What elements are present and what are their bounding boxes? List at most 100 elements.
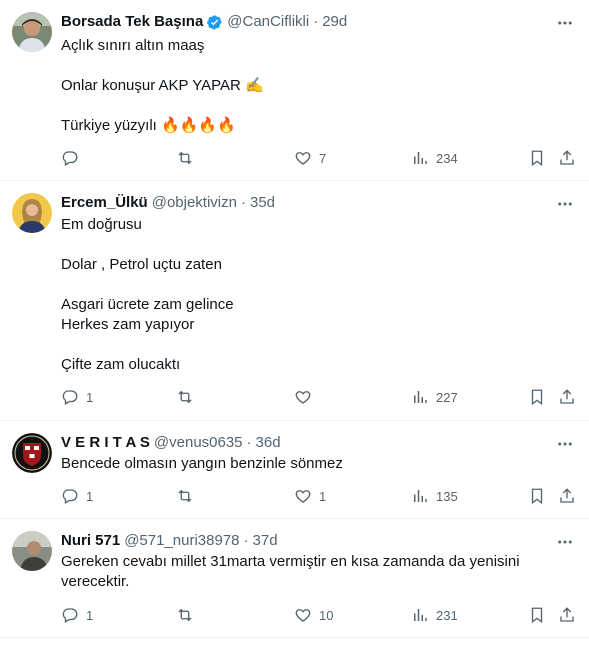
reply-icon: [62, 608, 78, 623]
tweet-line: Herkes zam yapıyor: [61, 316, 195, 333]
timestamp[interactable]: 36d: [256, 433, 281, 453]
views-icon: [414, 152, 427, 164]
more-icon[interactable]: [555, 532, 575, 552]
tweet-text: Açlık sınırı altın maaş Onlar konuşur AK…: [61, 36, 565, 136]
views-button[interactable]: 234: [411, 148, 458, 168]
reply-count: 1: [86, 389, 94, 405]
avatar[interactable]: [12, 193, 52, 233]
like-count: 10: [319, 607, 334, 623]
retweet-button[interactable]: [176, 605, 201, 625]
views-icon: [414, 609, 427, 621]
reply-count: 1: [86, 607, 94, 623]
like-count: 1: [319, 488, 327, 504]
like-icon: [295, 609, 311, 622]
tweet-line: [61, 275, 565, 295]
views-button[interactable]: 231: [411, 605, 458, 625]
tweet-header: Ercem_Ülkü @objektivizn · 35d: [61, 193, 549, 213]
more-icon[interactable]: [555, 194, 575, 214]
reply-icon: [62, 489, 78, 504]
bookmark-icon: [531, 607, 543, 624]
display-name[interactable]: Ercem_Ülkü: [61, 193, 148, 213]
tweet-text: Em doğrusu Dolar , Petrol uçtu zaten Asg…: [61, 215, 565, 375]
timestamp[interactable]: 29d: [322, 12, 347, 32]
handle[interactable]: @571_nuri38978: [124, 531, 239, 551]
avatar[interactable]: [12, 12, 52, 52]
timestamp[interactable]: 37d: [253, 531, 278, 551]
more-icon[interactable]: [555, 434, 575, 454]
tweet-line: Gereken cevabı millet 31marta vermiştir …: [61, 553, 520, 570]
share-button[interactable]: [558, 387, 576, 407]
tweet-line: verecektir.: [61, 573, 130, 590]
views-button[interactable]: 227: [411, 387, 458, 407]
share-button[interactable]: [558, 605, 576, 625]
like-button[interactable]: 1: [294, 486, 326, 506]
timestamp[interactable]: 35d: [250, 193, 275, 213]
avatar[interactable]: [12, 531, 52, 571]
avatar[interactable]: [12, 433, 52, 473]
reply-button[interactable]: 1: [61, 605, 93, 625]
share-button[interactable]: [558, 148, 576, 168]
like-count: 7: [319, 150, 327, 166]
like-button[interactable]: [294, 387, 319, 407]
tweet-line: [61, 235, 565, 255]
tweet-line: Çifte zam olucaktı: [61, 356, 181, 373]
tweet-text: Bencede olmasın yangın benzinle sönmez: [61, 454, 565, 474]
views-button[interactable]: 135: [411, 486, 458, 506]
retweet-button[interactable]: [176, 486, 201, 506]
like-icon: [295, 152, 311, 165]
reply-button[interactable]: 1: [61, 486, 93, 506]
bookmark-button[interactable]: [528, 486, 546, 506]
more-icon[interactable]: [555, 13, 575, 33]
tweet[interactable]: Borsada Tek Başına @CanCiflikli · 29d Aç…: [0, 0, 589, 181]
reply-count: 1: [86, 488, 94, 504]
share-icon: [560, 389, 574, 404]
action-bar: 1 227: [61, 387, 581, 407]
tweet-header: Borsada Tek Başına @CanCiflikli · 29d: [61, 12, 549, 32]
reply-button[interactable]: 1: [61, 387, 93, 407]
retweet-button[interactable]: [176, 148, 201, 168]
display-name[interactable]: Nuri 571: [61, 531, 120, 551]
views-icon: [414, 391, 427, 403]
handle[interactable]: @objektivizn: [152, 193, 237, 213]
like-button[interactable]: 7: [294, 148, 326, 168]
retweet-button[interactable]: [176, 387, 201, 407]
tweet-line: Dolar , Petrol uçtu zaten: [61, 256, 222, 273]
tweet[interactable]: Nuri 571 @571_nuri38978 · 37d Gereken ce…: [0, 519, 589, 638]
display-name[interactable]: Borsada Tek Başına: [61, 12, 203, 32]
retweet-icon: [178, 608, 192, 622]
tweet-line: Em doğrusu: [61, 216, 142, 233]
reply-icon: [62, 390, 78, 405]
tweet-feed: Borsada Tek Başına @CanCiflikli · 29d Aç…: [0, 0, 589, 646]
views-count: 227: [436, 389, 458, 405]
tweet[interactable]: V E R I T A S @venus0635 · 36d Bencede o…: [0, 421, 589, 519]
bookmark-button[interactable]: [528, 605, 546, 625]
separator: ·: [313, 13, 319, 30]
tweet-line: Asgari ücrete zam gelince: [61, 296, 234, 313]
action-bar: 1 1 135: [61, 486, 581, 506]
like-icon: [295, 490, 311, 503]
tweet[interactable]: Ercem_Ülkü @objektivizn · 35d Em doğrusu…: [0, 181, 589, 421]
reply-button[interactable]: [61, 148, 86, 168]
bookmark-icon: [531, 150, 543, 167]
share-button[interactable]: [558, 486, 576, 506]
tweet-line: Bencede olmasın yangın benzinle sönmez: [61, 455, 343, 472]
share-icon: [560, 488, 574, 503]
tweet-line: Açlık sınırı altın maaş: [61, 37, 205, 54]
tweet-line: Onlar konuşur AKP YAPAR ✍️: [61, 77, 264, 94]
tweet-line: [61, 56, 565, 76]
share-icon: [560, 150, 574, 165]
display-name[interactable]: V E R I T A S: [61, 433, 150, 453]
share-icon: [560, 607, 574, 622]
like-button[interactable]: 10: [294, 605, 333, 625]
handle[interactable]: @CanCiflikli: [227, 12, 309, 32]
separator: ·: [246, 434, 252, 451]
like-icon: [295, 391, 311, 404]
bookmark-button[interactable]: [528, 148, 546, 168]
tweet-line: [61, 96, 565, 116]
tweet-line: [61, 335, 565, 355]
bookmark-icon: [531, 389, 543, 406]
handle[interactable]: @venus0635: [154, 433, 243, 453]
reply-icon: [62, 151, 78, 166]
bookmark-button[interactable]: [528, 387, 546, 407]
views-count: 231: [436, 607, 458, 623]
